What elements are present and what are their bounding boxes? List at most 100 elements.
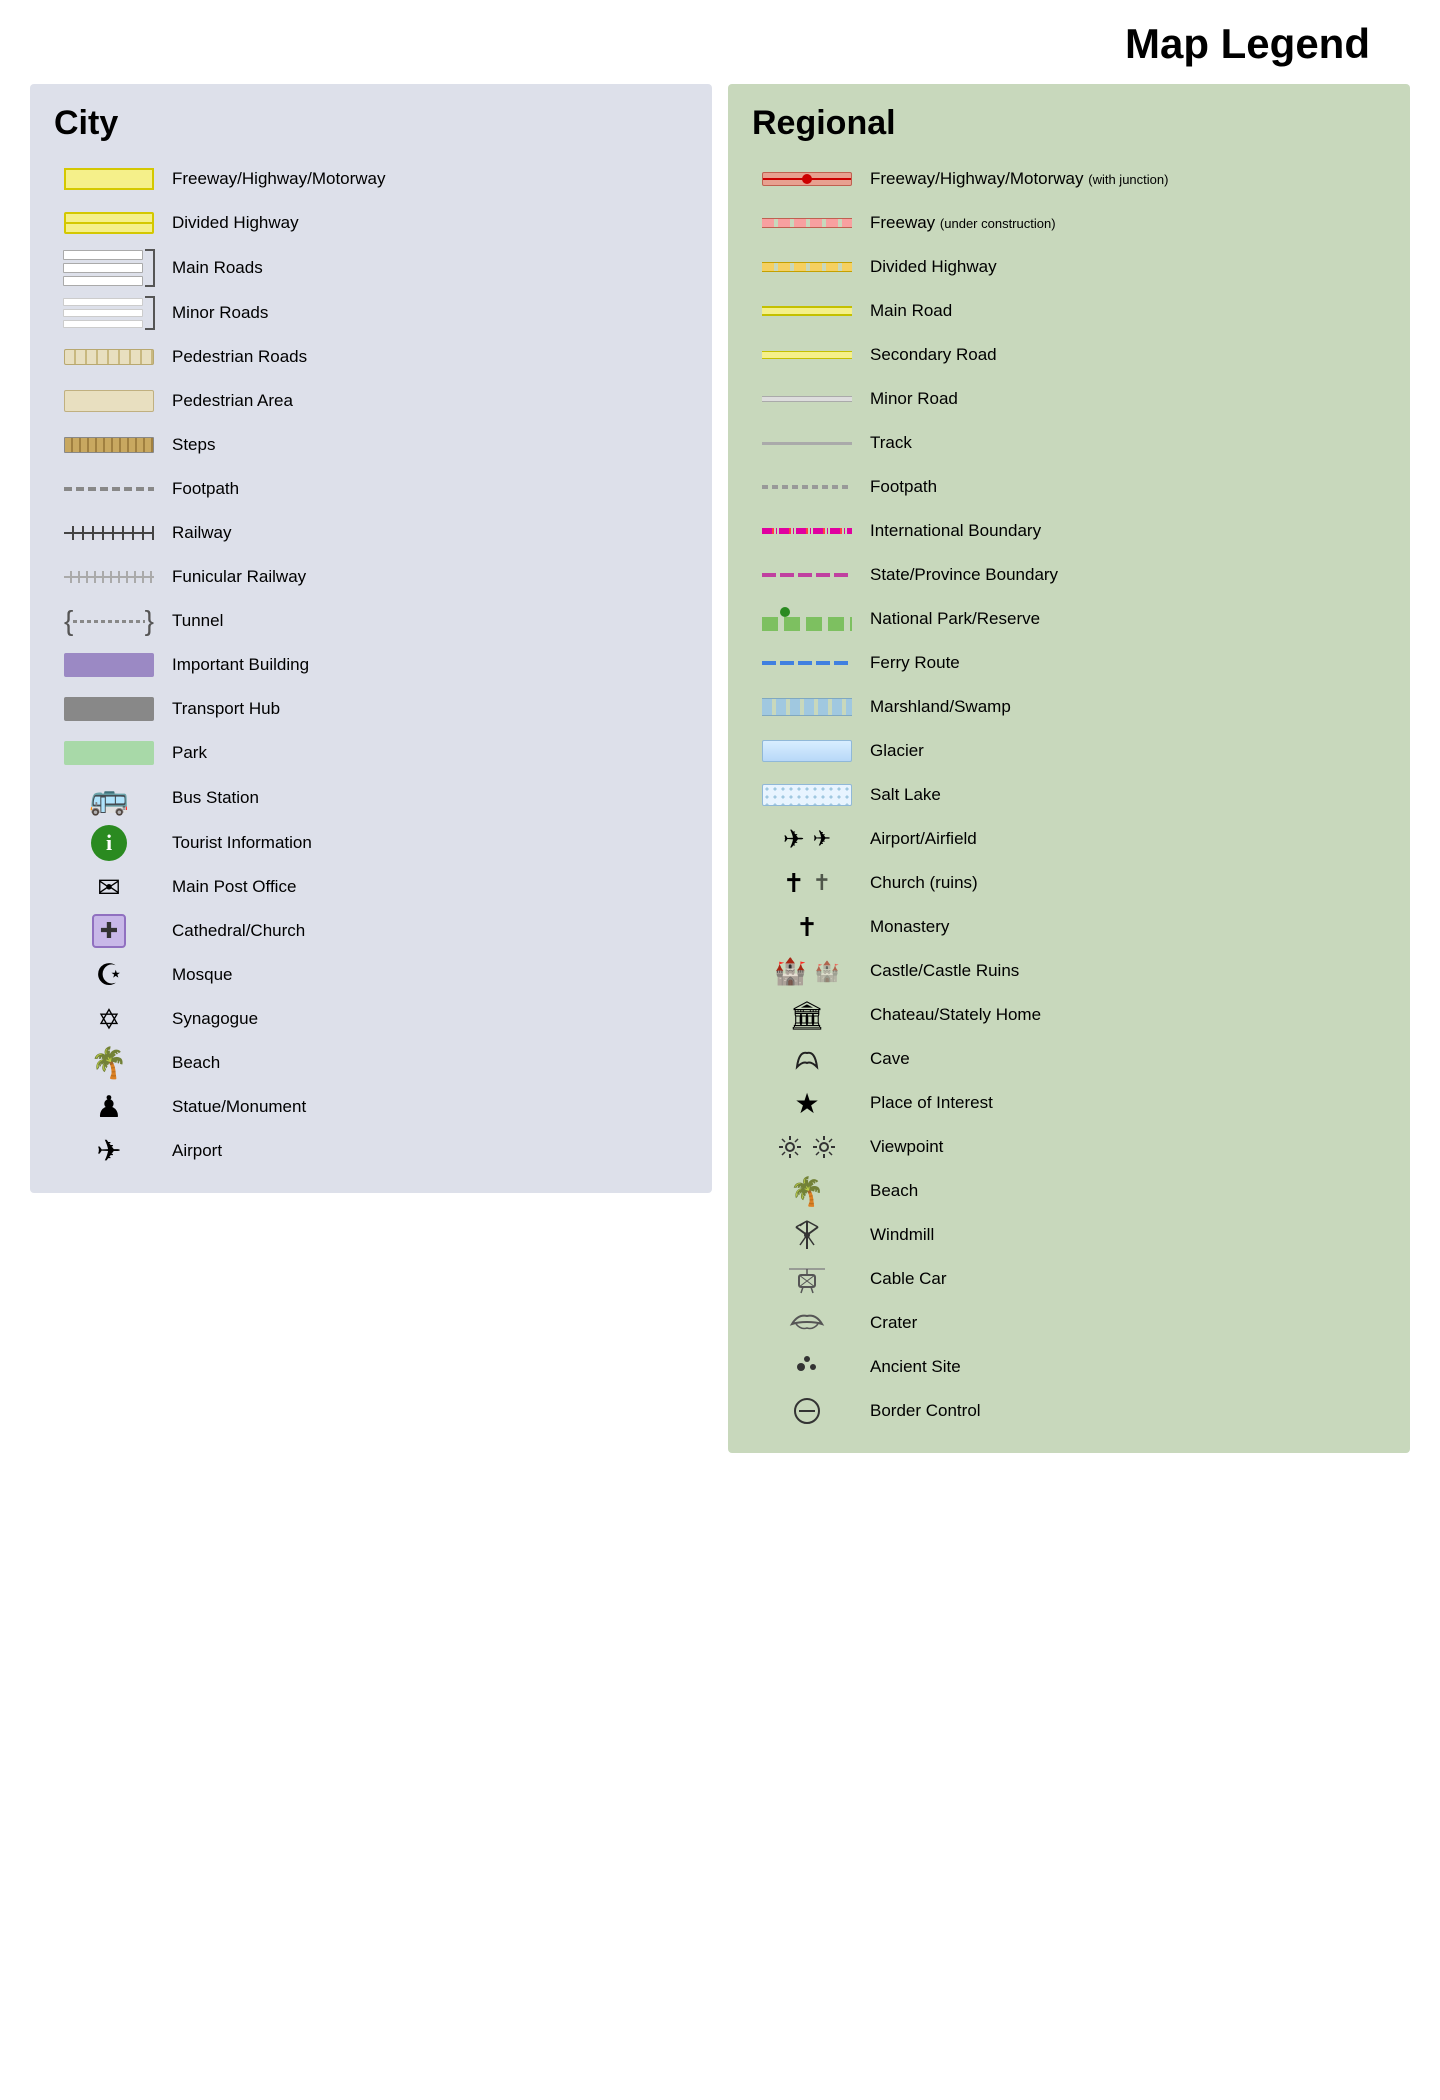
reg-beach-label: Beach: [862, 1180, 918, 1202]
reg-beach-icon: 🌴: [752, 1175, 862, 1208]
railway-icon: [54, 526, 164, 540]
reg-footpath-label: Footpath: [862, 476, 937, 498]
reg-track-icon: [752, 442, 862, 445]
main-roads-label: Main Roads: [164, 257, 263, 279]
legend-row-bus-station: 🚌 Bus Station: [54, 775, 688, 821]
reg-border-control-icon: [752, 1395, 862, 1427]
cathedral-icon: ✚: [54, 914, 164, 948]
legend-row-steps: Steps: [54, 423, 688, 467]
crater-svg: [788, 1312, 826, 1334]
viewpoint-svg-2: [811, 1134, 837, 1160]
reg-airport-icon: ✈ ✈: [752, 824, 862, 855]
footpath-icon: [54, 487, 164, 491]
legend-row-reg-viewpoint: Viewpoint: [752, 1125, 1386, 1169]
reg-interest-icon: ★: [752, 1087, 862, 1120]
page-title: Map Legend: [30, 20, 1410, 68]
city-panel-title: City: [54, 104, 688, 143]
reg-cave-label: Cave: [862, 1048, 910, 1070]
tourist-info-label: Tourist Information: [164, 832, 312, 854]
legend-row-reg-national-park: National Park/Reserve: [752, 597, 1386, 641]
reg-main-road-icon: [752, 306, 862, 316]
beach-label: Beach: [164, 1052, 220, 1074]
regional-panel-title: Regional: [752, 104, 1386, 143]
legend-row-reg-church: ✝ ✝ Church (ruins): [752, 861, 1386, 905]
freeway-label: Freeway/Highway/Motorway: [164, 168, 386, 190]
synagogue-label: Synagogue: [164, 1008, 258, 1030]
ped-area-icon: [54, 390, 164, 412]
legend-row-reg-divided: Divided Highway: [752, 245, 1386, 289]
legend-row-ped-area: Pedestrian Area: [54, 379, 688, 423]
ped-roads-label: Pedestrian Roads: [164, 346, 307, 368]
mosque-label: Mosque: [164, 964, 232, 986]
statue-icon: ♟: [54, 1090, 164, 1125]
legend-row-reg-footpath: Footpath: [752, 465, 1386, 509]
reg-castle-label: Castle/Castle Ruins: [862, 960, 1019, 982]
post-office-icon: ✉: [54, 871, 164, 904]
legend-row-transport-hub: Transport Hub: [54, 687, 688, 731]
reg-interest-label: Place of Interest: [862, 1092, 993, 1114]
reg-main-road-label: Main Road: [862, 300, 952, 322]
freeway-icon: [54, 168, 164, 190]
legend-row-railway: Railway: [54, 511, 688, 555]
viewpoint-svg-1: [777, 1134, 803, 1160]
border-control-svg: [791, 1395, 823, 1427]
bus-station-icon: 🚌: [54, 779, 164, 817]
reg-windmill-label: Windmill: [862, 1224, 934, 1246]
legend-row-divided-hwy: Divided Highway: [54, 201, 688, 245]
legend-row-reg-freeway-uc: Freeway (under construction): [752, 201, 1386, 245]
transport-hub-icon: [54, 697, 164, 721]
reg-church-label: Church (ruins): [862, 872, 978, 894]
legend-columns: City Freeway/Highway/Motorway Divided Hi…: [30, 84, 1410, 1453]
reg-castle-icon: 🏰 🏰: [752, 956, 862, 987]
ped-area-label: Pedestrian Area: [164, 390, 293, 412]
steps-label: Steps: [164, 434, 215, 456]
legend-row-tunnel: { } Tunnel: [54, 599, 688, 643]
legend-row-main-roads: Main Roads: [54, 245, 688, 291]
reg-footpath-icon: [752, 485, 862, 489]
reg-freeway-label: Freeway/Highway/Motorway (with junction): [862, 168, 1168, 190]
legend-row-park: Park: [54, 731, 688, 775]
legend-row-reg-track: Track: [752, 421, 1386, 465]
legend-row-reg-interest: ★ Place of Interest: [752, 1081, 1386, 1125]
reg-ancient-site-label: Ancient Site: [862, 1356, 961, 1378]
reg-salt-lake-icon: [752, 784, 862, 806]
reg-ferry-label: Ferry Route: [862, 652, 960, 674]
reg-viewpoint-icon: [752, 1134, 862, 1160]
reg-salt-lake-label: Salt Lake: [862, 784, 941, 806]
reg-intl-boundary-label: International Boundary: [862, 520, 1041, 542]
reg-chateau-label: Chateau/Stately Home: [862, 1004, 1041, 1026]
legend-row-statue: ♟ Statue/Monument: [54, 1085, 688, 1129]
legend-row-ped-roads: Pedestrian Roads: [54, 335, 688, 379]
ped-roads-icon: [54, 349, 164, 365]
cable-car-svg: [787, 1261, 827, 1297]
reg-minor-road-icon: [752, 396, 862, 402]
reg-state-boundary-icon: [752, 573, 862, 577]
legend-row-tourist-info: i Tourist Information: [54, 821, 688, 865]
regional-panel: Regional Freeway/Highway/Motorway (with …: [728, 84, 1410, 1453]
cave-svg: [789, 1045, 825, 1073]
legend-row-reg-chateau: 🏛 Chateau/Stately Home: [752, 993, 1386, 1037]
reg-national-park-icon: [752, 607, 862, 631]
legend-row-post-office: ✉ Main Post Office: [54, 865, 688, 909]
city-panel: City Freeway/Highway/Motorway Divided Hi…: [30, 84, 712, 1193]
important-building-label: Important Building: [164, 654, 309, 676]
post-office-label: Main Post Office: [164, 876, 296, 898]
reg-monastery-icon: ✝: [752, 912, 862, 943]
footpath-label: Footpath: [164, 478, 239, 500]
windmill-svg: [790, 1217, 824, 1253]
minor-roads-icon: [54, 296, 164, 330]
synagogue-icon: ✡: [54, 1003, 164, 1036]
airport-icon: ✈: [54, 1134, 164, 1169]
legend-row-reg-ancient-site: Ancient Site: [752, 1345, 1386, 1389]
reg-church-icon: ✝ ✝: [752, 868, 862, 899]
legend-row-airport: ✈ Airport: [54, 1129, 688, 1173]
reg-national-park-label: National Park/Reserve: [862, 608, 1040, 630]
airport-label: Airport: [164, 1140, 222, 1162]
reg-airport-label: Airport/Airfield: [862, 828, 977, 850]
tunnel-icon: { }: [54, 610, 164, 632]
legend-row-reg-salt-lake: Salt Lake: [752, 773, 1386, 817]
legend-row-funicular: Funicular Railway: [54, 555, 688, 599]
reg-intl-boundary-icon: [752, 528, 862, 534]
beach-icon: 🌴: [54, 1046, 164, 1081]
important-building-icon: [54, 653, 164, 677]
